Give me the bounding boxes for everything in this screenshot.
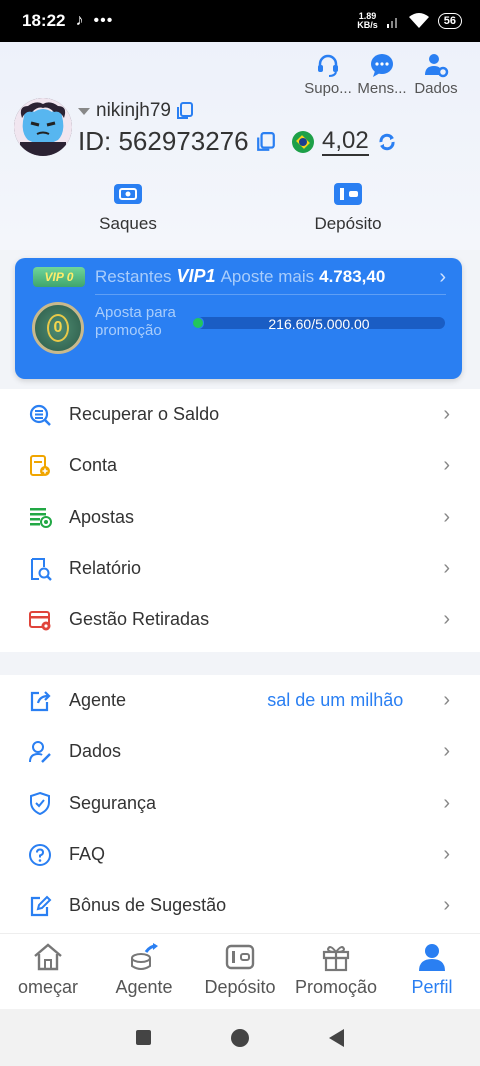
net-speed: 1.89 KB/s — [357, 11, 378, 30]
account-icon — [30, 454, 50, 476]
chevron-right-icon: › — [443, 608, 450, 631]
user-edit-icon — [29, 740, 51, 763]
chevron-right-icon: › — [439, 266, 446, 288]
chevron-right-icon: › — [443, 740, 450, 763]
status-time: 18:22 — [22, 11, 66, 30]
progress-text: 216.60/5.000.00 — [268, 316, 370, 332]
recent-apps-button[interactable] — [136, 1030, 151, 1045]
signal-icon — [386, 18, 397, 28]
agent-coins-icon — [131, 943, 158, 970]
vip-next-level: VIP1 — [176, 266, 216, 286]
avatar-image — [14, 98, 72, 156]
menu-item-suggestion-bonus[interactable]: Bônus de Sugestão › — [0, 880, 480, 931]
balance-display: 4,02 — [292, 128, 397, 156]
chevron-right-icon: › — [443, 689, 450, 712]
suggestion-edit-icon — [30, 895, 52, 916]
system-nav-bar — [0, 1009, 480, 1066]
withdraw-button[interactable]: Saques — [28, 180, 228, 234]
home-icon — [34, 943, 62, 971]
user-id-row: ID: 562973276 — [78, 126, 275, 157]
menu-item-security[interactable]: Segurança › — [0, 778, 480, 829]
menu-item-agent[interactable]: Agente sal de um milhão › — [0, 675, 480, 726]
avatar[interactable] — [14, 98, 72, 156]
chevron-right-icon: › — [443, 791, 450, 814]
chevron-right-icon: › — [443, 454, 450, 477]
menu-item-report[interactable]: Relatório › — [0, 543, 480, 594]
headset-icon — [318, 54, 338, 77]
deposit-button[interactable]: Depósito — [248, 180, 448, 234]
refresh-icon[interactable] — [377, 132, 397, 152]
report-icon — [31, 557, 52, 581]
tiktok-icon: ♪ — [75, 12, 84, 29]
agent-share-icon — [30, 690, 51, 711]
wallet-withdraw-icon — [114, 184, 142, 204]
brazil-flag-icon — [292, 131, 314, 153]
header-actions: Supo... Mens... Dados — [304, 52, 460, 97]
wifi-icon — [408, 13, 429, 28]
withdraw-management-icon — [29, 610, 51, 631]
tab-promotion[interactable]: Promoção — [288, 934, 384, 1009]
promo-label: Aposta para promoção — [95, 304, 176, 339]
agent-promo-marquee: sal de um milhão — [267, 690, 404, 711]
vip-status-line: Restantes VIP1 Aposte mais 4.783,40 — [95, 266, 386, 286]
gift-icon — [322, 946, 350, 972]
deposit-wallet-icon — [225, 944, 255, 970]
vip-card[interactable]: VIP 0 Restantes VIP1 Aposte mais 4.783,4… — [15, 258, 462, 379]
deposit-label: Depósito — [314, 214, 382, 233]
menu-item-withdraw-management[interactable]: Gestão Retiradas › — [0, 594, 480, 645]
wallet-deposit-icon — [334, 183, 362, 205]
copy-id-icon[interactable] — [256, 131, 275, 152]
support-button[interactable]: Supo... — [304, 52, 352, 97]
chevron-right-icon: › — [443, 557, 450, 580]
username: nikinjh79 — [96, 100, 171, 121]
profile-header: Supo... Mens... Dados nikinjh79 ID: 5629… — [0, 42, 480, 250]
username-row[interactable]: nikinjh79 — [78, 100, 193, 122]
vip-badge: VIP 0 — [33, 267, 85, 287]
chevron-right-icon: › — [443, 894, 450, 917]
back-button[interactable] — [329, 1028, 344, 1047]
menu-item-faq[interactable]: FAQ › — [0, 829, 480, 880]
chevron-right-icon: › — [443, 505, 450, 528]
vip-progress-bar: 216.60/5.000.00 — [193, 316, 445, 332]
vip-remaining-amount: 4.783,40 — [319, 267, 386, 286]
menu-item-bets[interactable]: Apostas › — [0, 492, 480, 543]
battery-icon: 56 — [437, 13, 462, 29]
user-id: ID: 562973276 — [78, 126, 249, 156]
tab-start[interactable]: omeçar — [0, 934, 96, 1009]
withdraw-label: Saques — [99, 214, 157, 233]
shield-icon — [30, 792, 50, 816]
recover-balance-icon — [29, 404, 51, 426]
copy-icon[interactable] — [177, 102, 193, 120]
status-bar: 18:22 ♪ ••• 1.89 KB/s 56 — [0, 0, 480, 42]
chevron-down-icon — [78, 107, 90, 115]
profile-icon — [419, 944, 445, 971]
data-button[interactable]: Dados — [412, 52, 460, 97]
menu-group-account: Recuperar o Saldo › Conta › Apostas › Re… — [0, 389, 480, 652]
home-button[interactable] — [231, 1028, 249, 1047]
chevron-right-icon: › — [443, 843, 450, 866]
question-icon — [29, 843, 51, 866]
balance-value: 4,02 — [322, 127, 369, 156]
tab-profile[interactable]: Perfil — [384, 934, 480, 1009]
chat-icon — [371, 54, 393, 77]
divider — [95, 294, 446, 295]
menu-group-settings: Agente sal de um milhão › Dados › Segura… — [0, 675, 480, 935]
vip-medal-icon: 0 — [32, 302, 84, 354]
tab-deposit[interactable]: Depósito — [192, 934, 288, 1009]
bets-icon — [30, 508, 52, 529]
bottom-tab-bar: omeçar Agente Depósito Promoção Perfil — [0, 933, 480, 1009]
chevron-right-icon: › — [443, 403, 450, 426]
menu-item-recover-balance[interactable]: Recuperar o Saldo › — [0, 389, 480, 440]
menu-item-account[interactable]: Conta › — [0, 440, 480, 491]
more-dots-icon: ••• — [93, 12, 114, 29]
user-gear-icon — [425, 54, 449, 78]
tab-agent[interactable]: Agente — [96, 934, 192, 1009]
messages-button[interactable]: Mens... — [357, 52, 407, 97]
menu-item-data[interactable]: Dados › — [0, 726, 480, 777]
